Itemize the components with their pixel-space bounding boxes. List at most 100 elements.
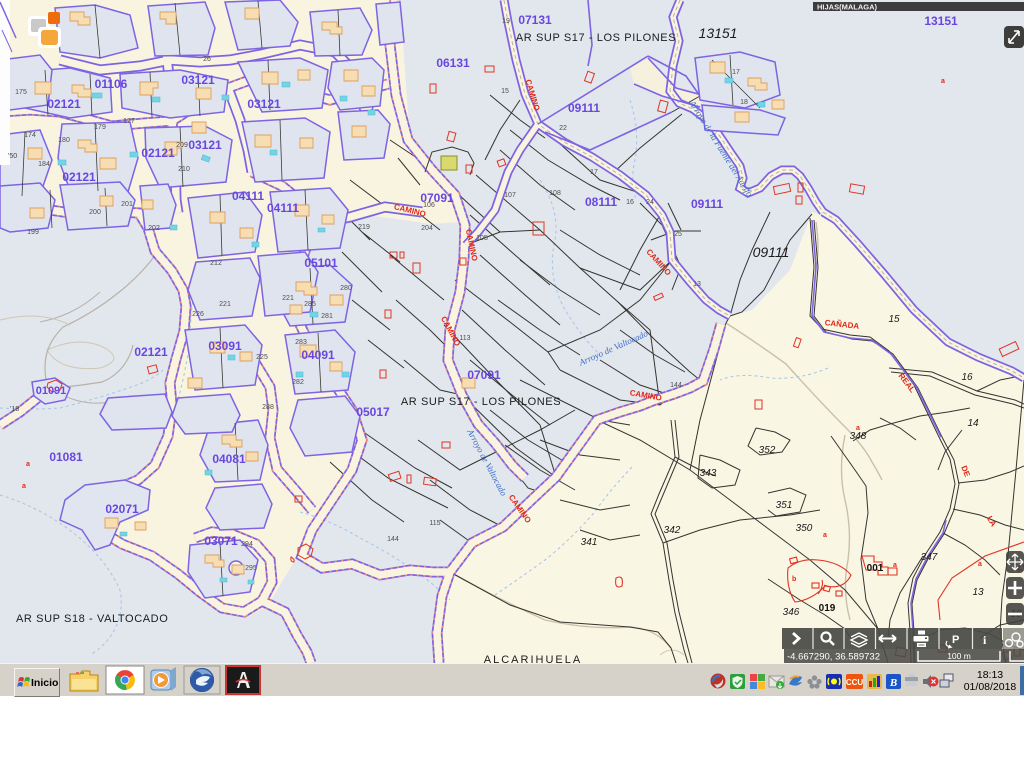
svg-text:07131: 07131 (518, 13, 552, 27)
svg-text:17: 17 (590, 169, 598, 176)
svg-text:a: a (941, 78, 945, 85)
svg-text:B: B (889, 677, 897, 689)
svg-text:281: 281 (321, 313, 333, 320)
svg-text:04081: 04081 (212, 452, 246, 466)
svg-text:283: 283 (295, 339, 307, 346)
svg-text:210: 210 (178, 166, 190, 173)
svg-text:22: 22 (559, 125, 567, 132)
svg-text:04091: 04091 (301, 348, 335, 362)
svg-text:'50: '50 (8, 153, 17, 160)
svg-text:209: 209 (176, 142, 188, 149)
svg-text:03091: 03091 (208, 339, 242, 353)
svg-text:a: a (823, 532, 827, 539)
svg-text:221: 221 (219, 301, 231, 308)
svg-text:AR SUP S18 - VALTOCADO: AR SUP S18 - VALTOCADO (16, 613, 168, 625)
svg-text:13151: 13151 (699, 25, 738, 41)
svg-text:115: 115 (429, 520, 440, 527)
svg-text:179: 179 (94, 124, 106, 131)
svg-text:15: 15 (888, 314, 900, 325)
svg-text:a: a (22, 483, 26, 490)
svg-text:-4.667290, 36.589732: -4.667290, 36.589732 (787, 652, 880, 663)
svg-text:06131: 06131 (436, 56, 470, 70)
svg-text:08111: 08111 (585, 195, 617, 209)
svg-text:280: 280 (340, 285, 352, 292)
svg-text:295: 295 (245, 565, 257, 572)
svg-text:AR SUP S17 - LOS PILONES: AR SUP S17 - LOS PILONES (401, 396, 561, 408)
svg-text:16: 16 (626, 199, 634, 206)
svg-text:18:13: 18:13 (977, 669, 1003, 681)
svg-text:108: 108 (549, 190, 561, 197)
svg-text:01106: 01106 (95, 77, 128, 91)
svg-text:09111: 09111 (753, 244, 790, 260)
svg-text:02121: 02121 (47, 97, 81, 111)
svg-text:24: 24 (646, 199, 654, 206)
svg-text:a: a (856, 425, 860, 432)
svg-text:341: 341 (581, 537, 598, 548)
svg-text:CCU: CCU (846, 678, 864, 687)
svg-text:'18: '18 (10, 406, 19, 413)
svg-text:01081: 01081 (49, 450, 83, 464)
svg-text:17: 17 (732, 69, 740, 76)
svg-text:200: 200 (89, 209, 101, 216)
svg-text:174: 174 (24, 132, 36, 139)
svg-text:P: P (952, 634, 959, 646)
svg-text:288: 288 (262, 404, 274, 411)
svg-text:ALCARIHUELA: ALCARIHUELA (484, 654, 582, 663)
svg-text:03071: 03071 (204, 534, 238, 548)
svg-text:342: 342 (664, 525, 681, 536)
svg-text:343: 343 (700, 468, 717, 479)
svg-text:05101: 05101 (304, 256, 338, 270)
svg-text:106: 106 (423, 202, 435, 209)
svg-text:01/08/2018: 01/08/2018 (964, 681, 1017, 693)
svg-text:201: 201 (121, 201, 133, 208)
svg-text:202: 202 (148, 225, 160, 232)
svg-text:204: 204 (421, 225, 433, 232)
svg-text:16: 16 (961, 372, 973, 383)
svg-text:199: 199 (27, 229, 39, 236)
svg-text:180: 180 (58, 137, 70, 144)
svg-text:219: 219 (358, 224, 370, 231)
svg-text:347: 347 (921, 552, 938, 563)
svg-text:019: 019 (819, 603, 836, 614)
svg-text:221: 221 (282, 295, 294, 302)
svg-text:14: 14 (967, 418, 979, 429)
svg-text:03121: 03121 (181, 73, 215, 87)
svg-text:282: 282 (292, 379, 304, 386)
svg-text:a: a (893, 562, 897, 569)
svg-text:348: 348 (850, 431, 867, 442)
svg-text:b: b (792, 576, 796, 583)
svg-text:07091: 07091 (467, 368, 501, 382)
svg-text:350: 350 (796, 523, 813, 534)
svg-text:02121: 02121 (141, 146, 175, 160)
svg-text:09111: 09111 (568, 101, 600, 115)
svg-text:02121: 02121 (134, 345, 168, 359)
svg-text:25: 25 (674, 231, 682, 238)
svg-text:352: 352 (759, 445, 776, 456)
svg-text:100 m: 100 m (947, 651, 971, 661)
svg-text:13: 13 (693, 281, 701, 288)
svg-text:294: 294 (241, 541, 253, 548)
svg-text:01091: 01091 (36, 385, 67, 397)
svg-text:105: 105 (476, 235, 488, 242)
svg-text:177: 177 (123, 118, 135, 125)
svg-text:107: 107 (504, 192, 516, 199)
svg-text:02121: 02121 (62, 170, 96, 184)
svg-text:04111: 04111 (232, 189, 264, 203)
svg-text:285: 285 (304, 301, 316, 308)
svg-text:144: 144 (670, 382, 682, 389)
svg-text:HIJAS(MALAGA): HIJAS(MALAGA) (817, 3, 877, 12)
svg-text:19: 19 (502, 18, 510, 25)
svg-text:212: 212 (210, 260, 222, 267)
svg-text:26: 26 (203, 56, 211, 63)
svg-text:03121: 03121 (188, 138, 222, 152)
svg-text:a: a (26, 461, 30, 468)
svg-text:351: 351 (776, 500, 793, 511)
svg-text:175: 175 (15, 89, 27, 96)
svg-text:AR SUP S17 - LOS PILONES: AR SUP S17 - LOS PILONES (516, 32, 676, 44)
svg-text:15: 15 (501, 88, 509, 95)
svg-text:02071: 02071 (105, 502, 139, 516)
svg-text:09111: 09111 (691, 197, 723, 211)
svg-text:13: 13 (972, 587, 984, 598)
svg-text:184: 184 (38, 161, 50, 168)
svg-text:05017: 05017 (356, 405, 390, 419)
